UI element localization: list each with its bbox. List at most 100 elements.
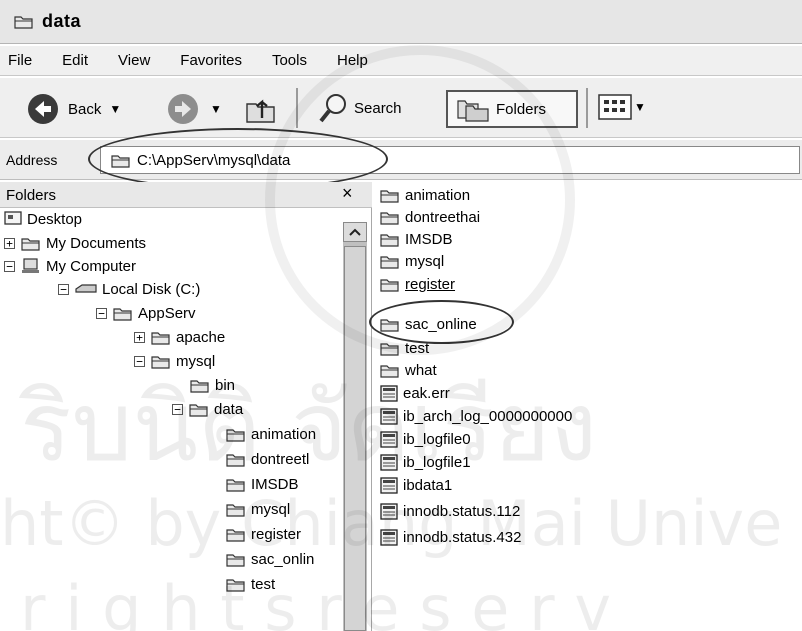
folder-icon xyxy=(226,579,245,592)
tree-item-desktop[interactable]: Desktop xyxy=(4,208,82,230)
forward-button[interactable]: ▼ xyxy=(166,92,222,126)
tree-item-label: Local Disk (C:) xyxy=(102,280,201,298)
back-dropdown-icon[interactable]: ▼ xyxy=(109,102,121,116)
search-button[interactable]: Search xyxy=(318,92,402,124)
folder-icon xyxy=(380,256,399,269)
list-item-folder[interactable]: what xyxy=(380,359,437,381)
item-label: register xyxy=(405,275,456,293)
folders-icon xyxy=(457,100,489,122)
tree-item-local-disk[interactable]: − Local Disk (C:) xyxy=(58,278,200,300)
open-folder-icon xyxy=(189,404,208,417)
documents-folder-icon xyxy=(21,238,40,251)
tree-item-label: AppServ xyxy=(138,304,196,322)
list-item-file[interactable]: ib_arch_log_0000000000 xyxy=(380,405,572,427)
tree-item-my-documents[interactable]: + My Documents xyxy=(4,232,146,254)
tree-item-label: IMSDB xyxy=(251,475,299,493)
tree-item-imsdb[interactable]: IMSDB xyxy=(226,473,299,495)
folder-icon xyxy=(380,279,399,292)
expand-icon[interactable]: + xyxy=(134,331,145,343)
list-item-file[interactable]: ib_logfile1 xyxy=(380,451,471,473)
file-icon xyxy=(380,430,398,448)
tree-item-apache[interactable]: + apache xyxy=(134,326,225,348)
list-item-folder[interactable]: mysql xyxy=(380,250,444,272)
folders-scrollbar[interactable] xyxy=(343,222,367,631)
back-button[interactable]: Back ▼ xyxy=(26,92,121,126)
file-icon xyxy=(380,453,398,471)
list-item-folder[interactable]: register xyxy=(380,273,455,295)
folder-icon xyxy=(380,212,399,225)
collapse-icon[interactable]: − xyxy=(172,403,183,415)
collapse-icon[interactable]: − xyxy=(4,260,15,272)
title-bar: data xyxy=(0,0,802,44)
up-folder-icon xyxy=(246,99,275,123)
list-item-folder[interactable]: sac_online xyxy=(380,313,477,335)
views-grid-icon xyxy=(598,94,632,120)
folder-icon xyxy=(380,365,399,378)
window-title: data xyxy=(42,11,82,31)
item-label: test xyxy=(405,339,430,357)
tree-item-my-computer[interactable]: − My Computer xyxy=(4,255,136,277)
list-item-file[interactable]: ibdata1 xyxy=(380,474,452,496)
scrollbar-thumb[interactable] xyxy=(344,246,366,631)
forward-dropdown-icon[interactable]: ▼ xyxy=(210,102,222,116)
tree-item-animation[interactable]: animation xyxy=(226,423,316,445)
item-label: animation xyxy=(405,186,471,204)
close-icon[interactable]: × xyxy=(342,183,353,204)
list-item-folder[interactable]: test xyxy=(380,337,429,359)
address-bar: Address C:\AppServ\mysql\data xyxy=(0,140,802,180)
folder-icon xyxy=(226,454,245,467)
menu-favorites[interactable]: Favorites xyxy=(180,52,242,69)
list-item-file[interactable]: ib_logfile0 xyxy=(380,428,471,450)
folder-icon xyxy=(113,308,132,321)
address-input[interactable]: C:\AppServ\mysql\data xyxy=(100,146,800,174)
content-pane: animation dontreethai IMSDB mysql regist… xyxy=(374,182,802,631)
tree-item-mysql-db[interactable]: mysql xyxy=(226,498,290,520)
folder-icon xyxy=(380,343,399,356)
tree-item-register[interactable]: register xyxy=(226,523,301,545)
collapse-icon[interactable]: − xyxy=(58,283,69,295)
toolbar-separator xyxy=(586,88,588,128)
menu-edit[interactable]: Edit xyxy=(62,52,88,69)
folders-label: Folders xyxy=(496,100,547,118)
list-item-file[interactable]: innodb.status.432 xyxy=(380,526,521,548)
tree-item-bin[interactable]: bin xyxy=(190,374,235,396)
tree-item-label: My Documents xyxy=(46,234,147,252)
folders-button[interactable]: Folders xyxy=(446,90,578,128)
folder-icon xyxy=(380,319,399,332)
folder-icon xyxy=(190,380,209,393)
tree-item-label: sac_onlin xyxy=(251,550,315,568)
views-button[interactable]: ▼ xyxy=(598,94,646,120)
folders-pane-header: Folders × xyxy=(0,182,372,208)
tree-item-label: test xyxy=(251,575,276,593)
tree-item-appserv[interactable]: − AppServ xyxy=(96,302,196,324)
list-item-folder[interactable]: IMSDB xyxy=(380,228,453,250)
menu-help[interactable]: Help xyxy=(337,52,368,69)
folder-icon xyxy=(151,332,170,345)
collapse-icon[interactable]: − xyxy=(96,307,107,319)
tree-item-test[interactable]: test xyxy=(226,573,275,595)
menu-tools[interactable]: Tools xyxy=(272,52,307,69)
back-label: Back xyxy=(68,100,102,118)
item-label: dontreethai xyxy=(405,208,481,226)
scroll-up-button[interactable] xyxy=(343,222,367,242)
item-label: sac_online xyxy=(405,315,477,333)
collapse-icon[interactable]: − xyxy=(134,355,145,367)
list-item-folder[interactable]: animation xyxy=(380,184,470,206)
tree-item-label: register xyxy=(251,525,302,543)
menu-file[interactable]: File xyxy=(8,52,32,69)
up-folder-button[interactable] xyxy=(244,92,278,126)
tree-item-sac-online[interactable]: sac_onlin xyxy=(226,548,314,570)
search-icon xyxy=(319,94,346,123)
list-item-folder[interactable]: dontreethai xyxy=(380,206,480,228)
expand-icon[interactable]: + xyxy=(4,237,15,249)
list-item-file[interactable]: innodb.status.112 xyxy=(380,500,520,522)
tree-item-label: mysql xyxy=(176,352,216,370)
tree-item-data[interactable]: − data xyxy=(172,398,243,420)
menu-view[interactable]: View xyxy=(118,52,150,69)
views-dropdown-icon[interactable]: ▼ xyxy=(634,100,646,114)
item-label: IMSDB xyxy=(405,230,453,248)
desktop-icon xyxy=(4,211,22,225)
tree-item-mysql[interactable]: − mysql xyxy=(134,350,215,372)
list-item-file[interactable]: eak.err xyxy=(380,382,450,404)
tree-item-dontreethai[interactable]: dontreetl xyxy=(226,448,309,470)
